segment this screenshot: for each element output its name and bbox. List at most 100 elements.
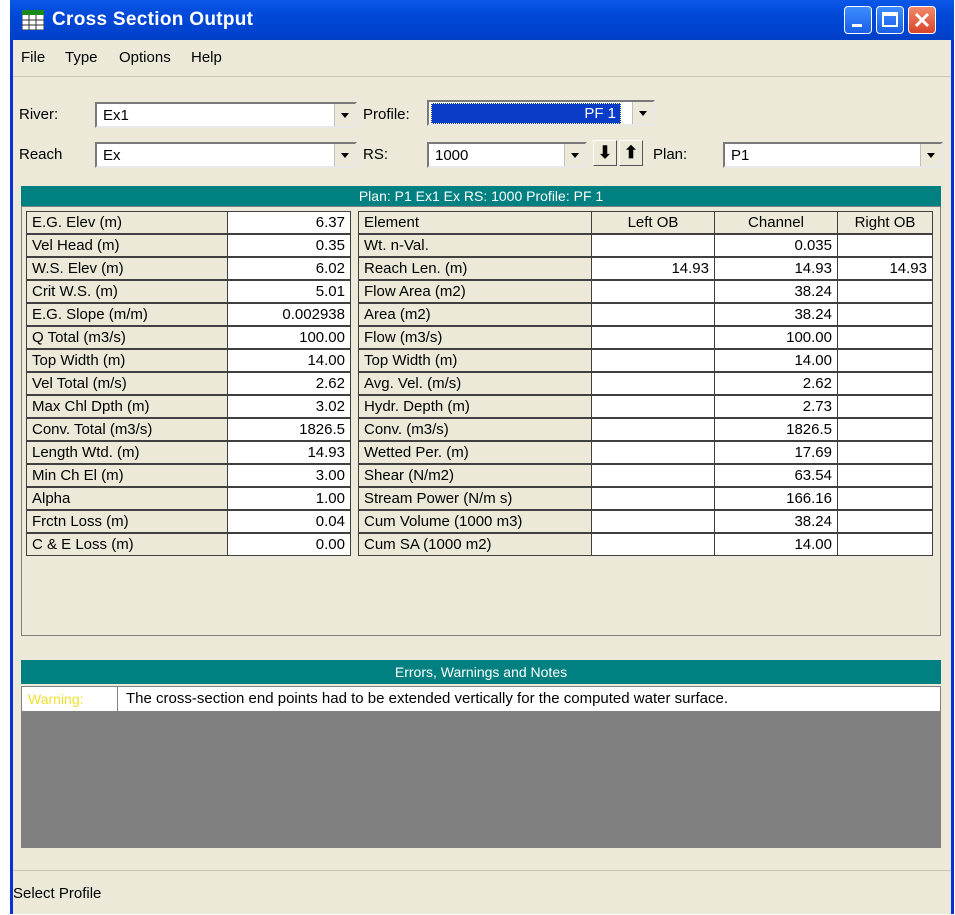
chevron-down-icon[interactable]	[334, 144, 355, 166]
summary-value: 0.04	[227, 510, 351, 533]
right-ob-value	[837, 303, 933, 326]
next-section-button[interactable]: ⬇	[593, 140, 617, 166]
summary-label: Max Chl Dpth (m)	[26, 395, 228, 418]
river-value: Ex1	[103, 107, 129, 124]
summary-label: Crit W.S. (m)	[26, 280, 228, 303]
channel-value: 38.24	[714, 280, 838, 303]
channel-value: 100.00	[714, 326, 838, 349]
right-ob-value	[837, 326, 933, 349]
left-ob-value	[591, 418, 715, 441]
element-name: Conv. (m3/s)	[358, 418, 592, 441]
warning-row[interactable]: Warning: The cross-section end points ha…	[21, 686, 941, 712]
profile-select[interactable]: PF 1	[427, 100, 655, 126]
right-ob-value	[837, 441, 933, 464]
channel-value: 38.24	[714, 303, 838, 326]
river-select[interactable]: Ex1	[95, 102, 357, 128]
chevron-down-icon[interactable]	[920, 144, 941, 166]
summary-label: Length Wtd. (m)	[26, 441, 228, 464]
menu-file[interactable]: File	[21, 49, 45, 66]
menu-type[interactable]: Type	[65, 49, 98, 66]
window-title: Cross Section Output	[52, 9, 254, 30]
chevron-down-icon[interactable]	[632, 102, 653, 124]
menu-help[interactable]: Help	[191, 49, 222, 66]
rs-value: 1000	[435, 147, 469, 164]
status-bar: Select Profile	[13, 870, 951, 915]
left-ob-value	[591, 280, 715, 303]
element-name: Cum SA (1000 m2)	[358, 533, 592, 556]
title-bar[interactable]: Cross Section Output	[10, 0, 954, 40]
channel-value: 2.62	[714, 372, 838, 395]
summary-value: 0.00	[227, 533, 351, 556]
column-header[interactable]: Channel	[714, 211, 838, 234]
element-name: Stream Power (N/m s)	[358, 487, 592, 510]
column-header[interactable]: Element	[358, 211, 592, 234]
summary-label: E.G. Slope (m/m)	[26, 303, 228, 326]
errors-warnings-banner: Errors, Warnings and Notes	[21, 660, 941, 684]
summary-value: 1.00	[227, 487, 351, 510]
chevron-down-icon[interactable]	[564, 144, 585, 166]
arrow-down-icon: ⬇	[597, 143, 613, 162]
right-ob-value	[837, 280, 933, 303]
summary-value: 5.01	[227, 280, 351, 303]
element-name: Cum Volume (1000 m3)	[358, 510, 592, 533]
rs-select[interactable]: 1000	[427, 142, 587, 168]
right-ob-value	[837, 487, 933, 510]
channel-value: 63.54	[714, 464, 838, 487]
right-ob-value: 14.93	[837, 257, 933, 280]
river-label: River:	[19, 106, 59, 123]
element-name: Top Width (m)	[358, 349, 592, 372]
summary-value: 14.00	[227, 349, 351, 372]
reach-value: Ex	[103, 147, 121, 164]
element-name: Reach Len. (m)	[358, 257, 592, 280]
summary-label: Min Ch El (m)	[26, 464, 228, 487]
plan-select[interactable]: P1	[723, 142, 943, 168]
column-header[interactable]: Left OB	[591, 211, 715, 234]
column-header[interactable]: Right OB	[837, 211, 933, 234]
summary-label: E.G. Elev (m)	[26, 211, 228, 234]
close-button[interactable]	[908, 6, 936, 34]
right-ob-value	[837, 418, 933, 441]
channel-value: 38.24	[714, 510, 838, 533]
channel-value: 0.035	[714, 234, 838, 257]
reach-label: Reach	[19, 146, 63, 163]
element-name: Avg. Vel. (m/s)	[358, 372, 592, 395]
left-ob-value	[591, 510, 715, 533]
left-ob-value: 14.93	[591, 257, 715, 280]
plan-label: Plan:	[653, 146, 688, 163]
element-name: Wt. n-Val.	[358, 234, 592, 257]
channel-value: 17.69	[714, 441, 838, 464]
summary-value: 100.00	[227, 326, 351, 349]
left-ob-value	[591, 441, 715, 464]
summary-value: 0.002938	[227, 303, 351, 326]
channel-value: 166.16	[714, 487, 838, 510]
summary-value: 0.35	[227, 234, 351, 257]
summary-label: Q Total (m3/s)	[26, 326, 228, 349]
close-icon	[914, 12, 930, 28]
right-ob-value	[837, 510, 933, 533]
right-ob-value	[837, 395, 933, 418]
summary-value: 2.62	[227, 372, 351, 395]
minimize-button[interactable]	[844, 6, 872, 34]
summary-label: W.S. Elev (m)	[26, 257, 228, 280]
left-ob-value	[591, 533, 715, 556]
menu-options[interactable]: Options	[119, 49, 171, 66]
element-name: Wetted Per. (m)	[358, 441, 592, 464]
channel-value: 14.00	[714, 533, 838, 556]
summary-value: 6.02	[227, 257, 351, 280]
cross-section-output-window: Cross Section Output File Type Options H…	[10, 0, 954, 914]
warning-tag: Warning:	[22, 687, 118, 711]
channel-value: 1826.5	[714, 418, 838, 441]
left-ob-value	[591, 326, 715, 349]
channel-value: 14.00	[714, 349, 838, 372]
plan-value: P1	[731, 147, 750, 164]
element-name: Flow Area (m2)	[358, 280, 592, 303]
reach-select[interactable]: Ex	[95, 142, 357, 168]
right-ob-value	[837, 464, 933, 487]
chevron-down-icon[interactable]	[334, 104, 355, 126]
maximize-button[interactable]	[876, 6, 904, 34]
previous-section-button[interactable]: ⬆	[619, 140, 643, 166]
summary-value: 3.02	[227, 395, 351, 418]
element-name: Flow (m3/s)	[358, 326, 592, 349]
status-text: Select Profile	[13, 885, 102, 902]
table-app-icon	[22, 10, 44, 30]
